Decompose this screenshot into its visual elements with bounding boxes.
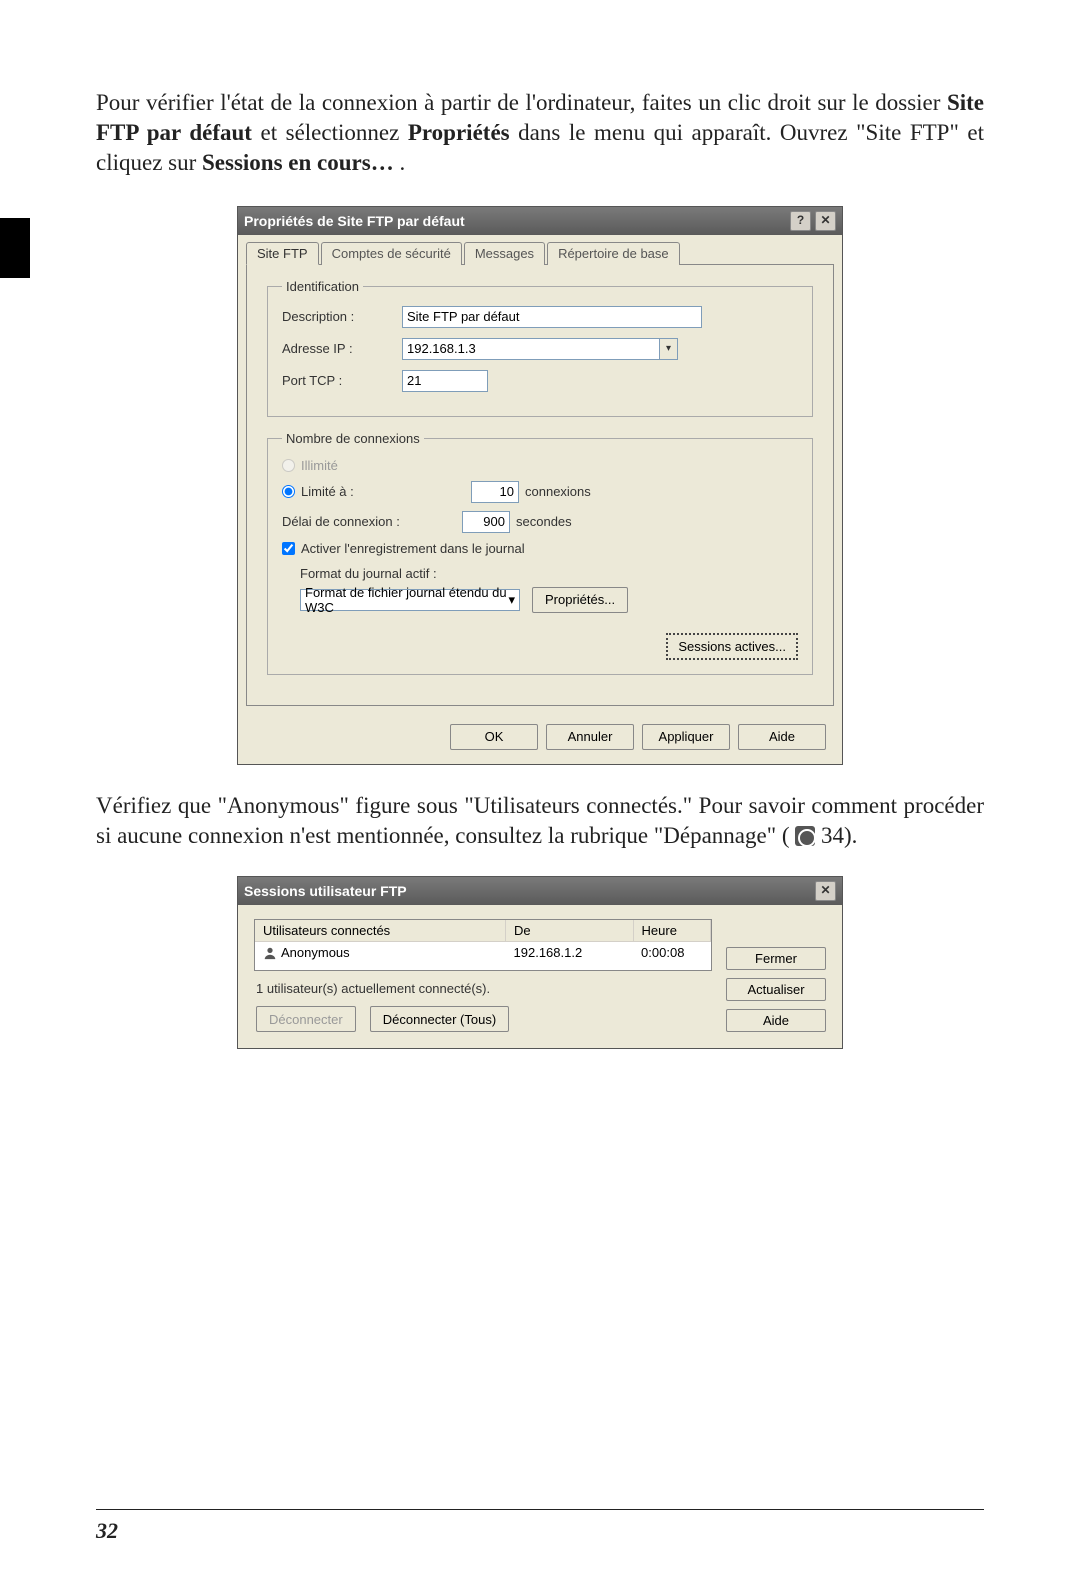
properties-dialog: Propriétés de Site FTP par défaut ? ✕ Si… xyxy=(237,206,843,765)
radio-unlimited-label: Illimité xyxy=(301,458,338,473)
chevron-down-icon: ▾ xyxy=(508,592,515,608)
close-button[interactable]: Fermer xyxy=(726,947,826,970)
disconnect-all-button[interactable]: Déconnecter (Tous) xyxy=(370,1006,509,1032)
close-icon[interactable]: ✕ xyxy=(815,881,836,901)
ip-input[interactable] xyxy=(402,338,660,360)
sessions-titlebar[interactable]: Sessions utilisateur FTP ✕ xyxy=(238,877,842,905)
connections-fieldset: Nombre de connexions Illimité Limité à :… xyxy=(267,431,813,675)
status-line: 1 utilisateur(s) actuellement connecté(s… xyxy=(256,981,712,996)
log-format-value: Format de fichier journal étendu du W3C xyxy=(305,585,508,615)
row-time: 0:00:08 xyxy=(633,942,710,964)
tab-base-directory[interactable]: Répertoire de base xyxy=(547,242,680,265)
col-from[interactable]: De xyxy=(506,920,634,942)
apply-button[interactable]: Appliquer xyxy=(642,724,730,750)
sessions-dialog: Sessions utilisateur FTP ✕ Utilisateurs … xyxy=(237,876,843,1049)
page-number: 32 xyxy=(96,1518,118,1544)
port-label: Port TCP : xyxy=(282,373,402,388)
log-enable-checkbox[interactable] xyxy=(282,542,295,555)
close-icon[interactable]: ✕ xyxy=(815,211,836,231)
port-input[interactable] xyxy=(402,370,488,392)
radio-limited-row[interactable]: Limité à : connexions xyxy=(282,481,798,503)
properties-title: Propriétés de Site FTP par défaut xyxy=(244,213,465,229)
radio-unlimited-row[interactable]: Illimité xyxy=(282,458,798,473)
body-paragraph-2: Vérifiez que "Anonymous" figure sous "Ut… xyxy=(96,791,984,851)
connections-legend: Nombre de connexions xyxy=(282,431,424,446)
description-label: Description : xyxy=(282,309,402,324)
tab-security-accounts[interactable]: Comptes de sécurité xyxy=(321,242,462,265)
table-row[interactable]: Anonymous 192.168.1.2 0:00:08 xyxy=(255,942,711,964)
log-format-select[interactable]: Format de fichier journal étendu du W3C … xyxy=(300,589,520,611)
p2-t2: 34). xyxy=(821,823,857,848)
p1-b2: Propriétés xyxy=(408,120,510,145)
help-icon[interactable]: ? xyxy=(790,211,811,231)
row-user: Anonymous xyxy=(281,945,350,960)
p1-t2: et sélectionnez xyxy=(261,120,408,145)
radio-unlimited[interactable] xyxy=(282,459,295,472)
timeout-input[interactable] xyxy=(462,511,510,533)
p1-t4: . xyxy=(399,150,405,175)
refresh-button[interactable]: Actualiser xyxy=(726,978,826,1001)
p1-t1: Pour vérifier l'état de la connexion à p… xyxy=(96,90,947,115)
disconnect-button[interactable]: Déconnecter xyxy=(256,1006,356,1032)
tab-site-ftp[interactable]: Site FTP xyxy=(246,242,319,265)
dialog-button-row: OK Annuler Appliquer Aide xyxy=(238,714,842,764)
sessions-table[interactable]: Utilisateurs connectés De Heure Ano xyxy=(254,919,712,971)
log-enable-label: Activer l'enregistrement dans le journal xyxy=(301,541,525,556)
log-properties-button[interactable]: Propriétés... xyxy=(532,587,628,613)
radio-limited-label: Limité à : xyxy=(301,484,471,499)
footer-rule xyxy=(96,1509,984,1510)
row-from: 192.168.1.2 xyxy=(506,942,634,964)
timeout-label: Délai de connexion : xyxy=(282,514,462,529)
help-button[interactable]: Aide xyxy=(726,1009,826,1032)
active-sessions-button[interactable]: Sessions actives... xyxy=(666,633,798,660)
p1-b3: Sessions en cours… xyxy=(202,150,394,175)
sessions-side-buttons: Fermer Actualiser Aide xyxy=(726,919,826,1032)
tab-body: Identification Description : Adresse IP … xyxy=(246,264,834,706)
cancel-button[interactable]: Annuler xyxy=(546,724,634,750)
sessions-title: Sessions utilisateur FTP xyxy=(244,883,407,899)
log-format-label: Format du journal actif : xyxy=(300,566,798,581)
identification-fieldset: Identification Description : Adresse IP … xyxy=(267,279,813,417)
description-input[interactable] xyxy=(402,306,702,328)
chevron-down-icon[interactable]: ▾ xyxy=(660,338,678,360)
tabs-row: Site FTP Comptes de sécurité Messages Ré… xyxy=(238,235,842,264)
ok-button[interactable]: OK xyxy=(450,724,538,750)
limited-value-input[interactable] xyxy=(471,481,519,503)
body-paragraph-1: Pour vérifier l'état de la connexion à p… xyxy=(96,88,984,178)
tab-messages[interactable]: Messages xyxy=(464,242,545,265)
help-button[interactable]: Aide xyxy=(738,724,826,750)
page-reference-icon xyxy=(795,826,815,846)
properties-titlebar[interactable]: Propriétés de Site FTP par défaut ? ✕ xyxy=(238,207,842,235)
user-icon xyxy=(263,946,277,960)
timeout-unit: secondes xyxy=(516,514,572,529)
col-users[interactable]: Utilisateurs connectés xyxy=(255,920,506,942)
ip-label: Adresse IP : xyxy=(282,341,402,356)
chapter-marker xyxy=(0,218,30,278)
identification-legend: Identification xyxy=(282,279,363,294)
limited-unit: connexions xyxy=(525,484,591,499)
radio-limited[interactable] xyxy=(282,485,295,498)
col-time[interactable]: Heure xyxy=(633,920,710,942)
